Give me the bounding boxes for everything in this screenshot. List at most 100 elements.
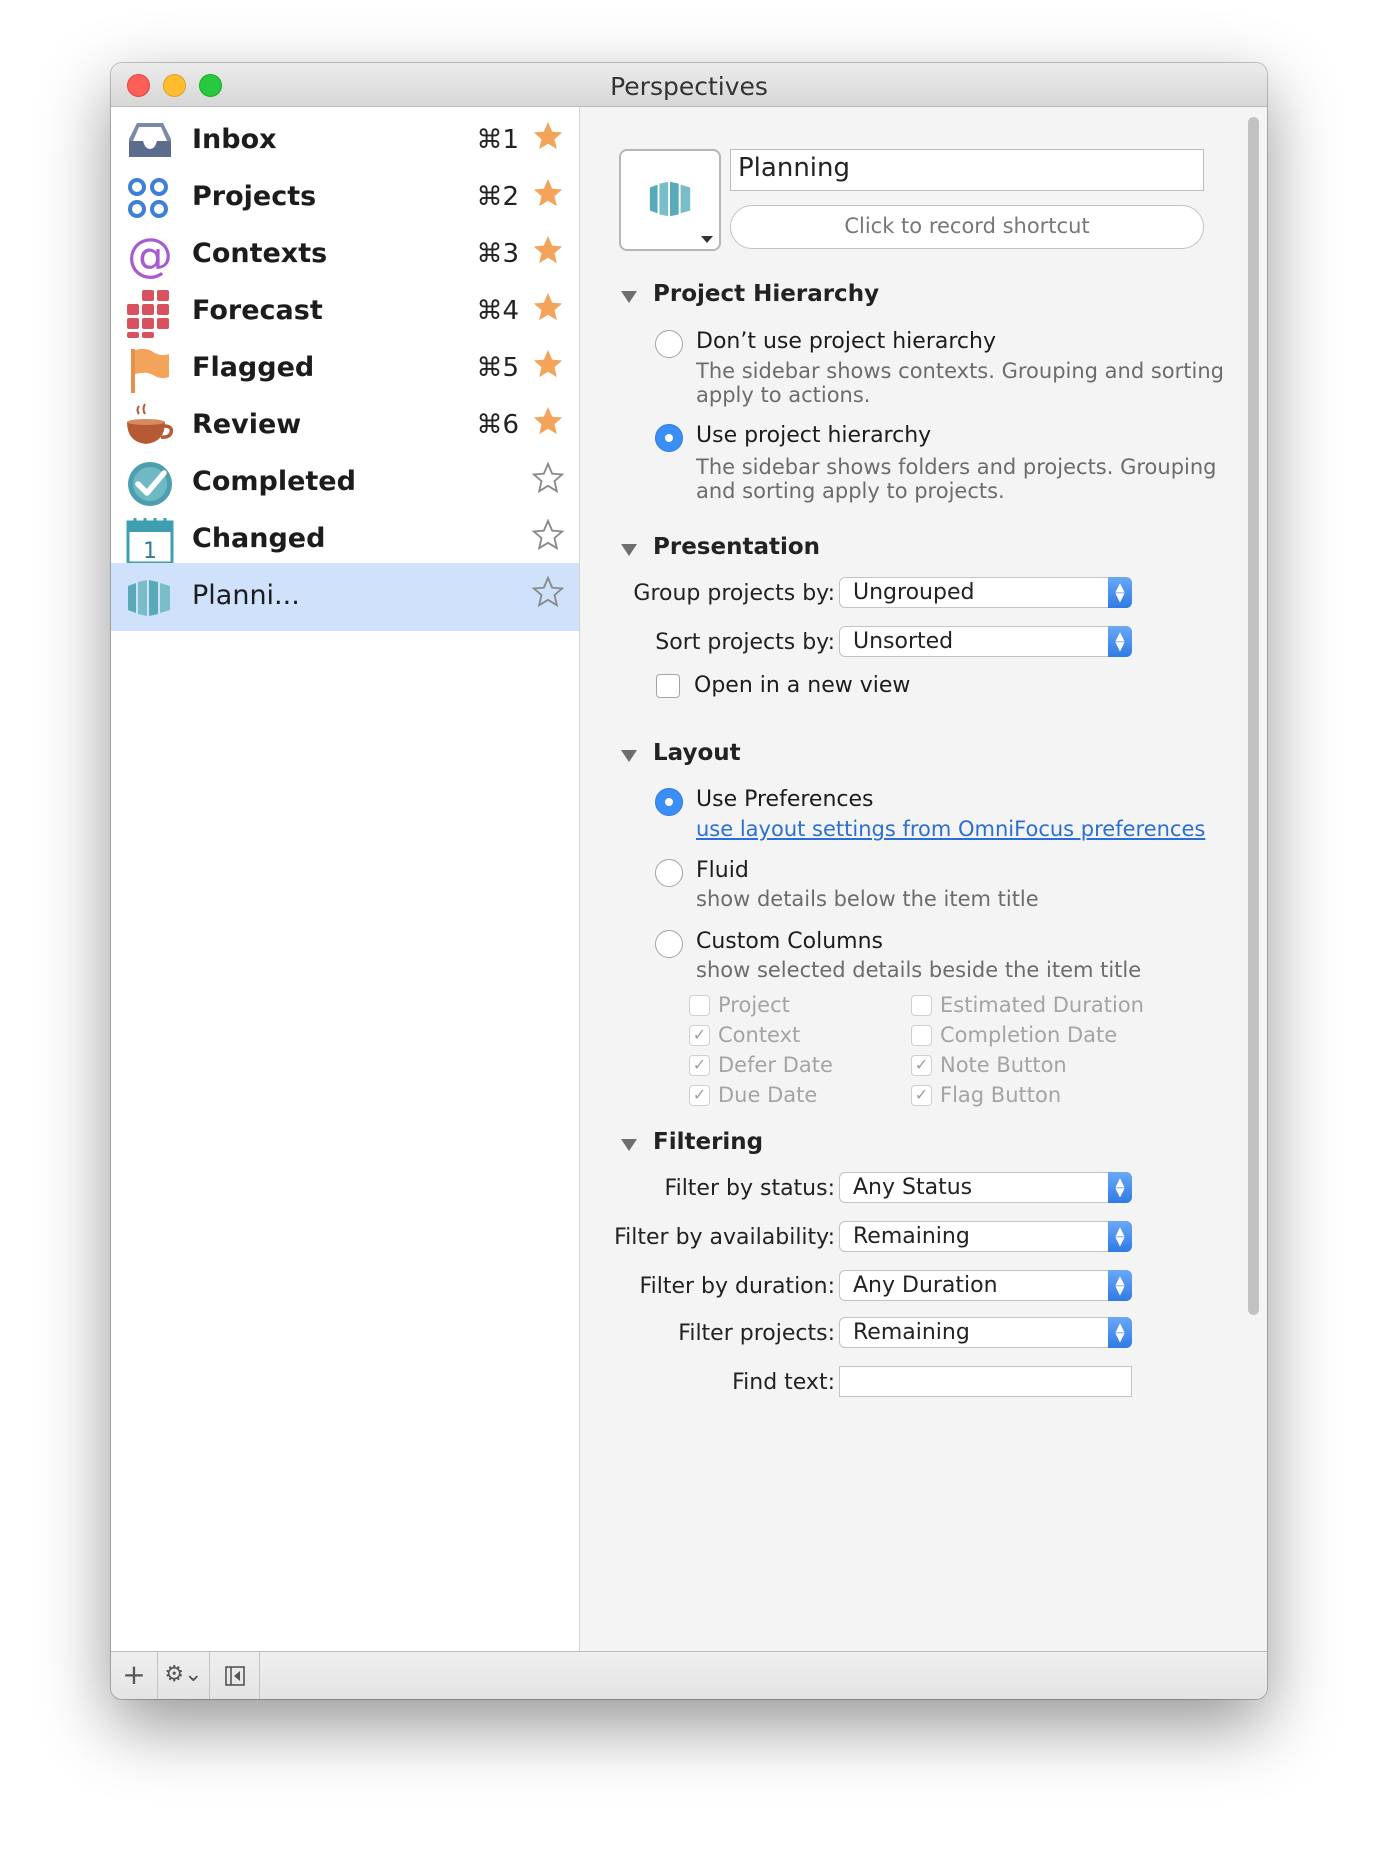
filter-availability-label: Filter by availability: [614, 1225, 835, 1250]
section-title-layout: Layout [653, 740, 741, 766]
window-title: Perspectives [610, 72, 768, 101]
filter-status-label: Filter by status: [664, 1176, 835, 1201]
column-checkbox-completion-date[interactable] [911, 1025, 932, 1046]
perspectives-window: Perspectives Inbox ⌘1 Projects ⌘2 @ Cont… [111, 63, 1267, 1699]
gear-menu-button[interactable]: ⚙⌄ [158, 1652, 210, 1699]
sidebar-item-label: Completed [192, 466, 356, 497]
shortcut-label: ⌘3 [476, 239, 519, 269]
shortcut-label: ⌘2 [476, 182, 519, 212]
radio-custom-columns[interactable] [655, 930, 683, 958]
popup-value: Any Status [853, 1175, 973, 1200]
planning-columns-icon [128, 580, 170, 616]
option-label: Don’t use project hierarchy [696, 329, 996, 354]
perspective-detail-pane: Planning Click to record shortcut Projec… [581, 107, 1267, 1651]
sidebar-item-planning[interactable]: Planni... [111, 563, 579, 631]
sidebar-item-label: Review [192, 409, 302, 440]
find-text-label: Find text: [732, 1370, 835, 1395]
column-checkbox-flag-button[interactable]: ✓ [911, 1085, 932, 1106]
star-filled-icon[interactable] [531, 119, 565, 153]
column-checkbox-context[interactable]: ✓ [689, 1025, 710, 1046]
section-title-filtering: Filtering [653, 1129, 764, 1155]
sidebar-item-label: Contexts [192, 238, 328, 269]
vertical-scrollbar[interactable] [1248, 117, 1259, 1315]
sidebar-item-label: Forecast [192, 295, 323, 326]
section-title-project-hierarchy: Project Hierarchy [653, 281, 880, 307]
title-bar: Perspectives [111, 63, 1267, 107]
updown-arrows-icon: ▲ ▼ [1108, 577, 1132, 608]
filter-status-popup[interactable]: Any Status ▲ ▼ [839, 1172, 1132, 1203]
star-filled-icon[interactable] [531, 404, 565, 438]
column-label: Due Date [718, 1083, 818, 1107]
star-outline-icon[interactable] [531, 518, 565, 552]
record-shortcut-button[interactable]: Click to record shortcut [730, 205, 1204, 249]
sort-projects-label: Sort projects by: [655, 630, 835, 655]
radio-use-preferences[interactable] [655, 788, 683, 816]
column-label: Context [718, 1023, 801, 1047]
disclosure-triangle-icon[interactable] [621, 750, 637, 762]
option-description: show selected details beside the item ti… [696, 958, 1142, 982]
bottom-toolbar: + ⚙⌄ [111, 1651, 1267, 1699]
star-outline-icon[interactable] [531, 461, 565, 495]
layout-preferences-link[interactable]: use layout settings from OmniFocus prefe… [696, 817, 1205, 841]
column-checkbox-note-button[interactable]: ✓ [911, 1055, 932, 1076]
group-projects-popup[interactable]: Ungrouped ▲ ▼ [839, 577, 1132, 608]
forecast-grid-icon [127, 290, 169, 338]
star-filled-icon[interactable] [531, 347, 565, 381]
option-description: apply to actions. [696, 383, 871, 407]
collapse-sidebar-button[interactable] [210, 1652, 260, 1699]
sidebar-item-label: Flagged [192, 352, 315, 383]
coffee-cup-icon [127, 403, 174, 444]
star-filled-icon[interactable] [531, 290, 565, 324]
filter-projects-popup[interactable]: Remaining ▲ ▼ [839, 1317, 1132, 1348]
svg-text:1: 1 [143, 539, 157, 564]
filter-duration-popup[interactable]: Any Duration ▲ ▼ [839, 1270, 1132, 1301]
group-projects-label: Group projects by: [633, 581, 835, 606]
star-filled-icon[interactable] [531, 233, 565, 267]
svg-text:@: @ [127, 231, 173, 281]
perspective-name-field[interactable]: Planning [730, 149, 1204, 191]
column-checkbox-defer-date[interactable]: ✓ [689, 1055, 710, 1076]
perspective-icon-well[interactable] [619, 149, 721, 251]
radio-fluid[interactable] [655, 859, 683, 887]
radio-use-hierarchy[interactable] [655, 424, 683, 452]
popup-value: Any Duration [853, 1273, 998, 1298]
column-label: Flag Button [940, 1083, 1062, 1107]
updown-arrows-icon: ▲ ▼ [1108, 1221, 1132, 1252]
disclosure-triangle-icon[interactable] [621, 291, 637, 303]
disclosure-triangle-icon[interactable] [621, 544, 637, 556]
shortcut-label: ⌘5 [476, 353, 519, 383]
popup-value: Ungrouped [853, 580, 975, 605]
star-filled-icon[interactable] [531, 176, 565, 210]
column-label: Note Button [940, 1053, 1067, 1077]
column-checkbox-due-date[interactable]: ✓ [689, 1085, 710, 1106]
checkmark-circle-icon [128, 462, 172, 506]
column-checkbox-project[interactable] [689, 995, 710, 1016]
sort-projects-popup[interactable]: Unsorted ▲ ▼ [839, 626, 1132, 657]
column-label: Completion Date [940, 1023, 1118, 1047]
shortcut-label: ⌘6 [476, 410, 519, 440]
shortcut-label: ⌘4 [476, 296, 519, 326]
disclosure-triangle-icon[interactable] [621, 1139, 637, 1151]
chevron-down-icon [701, 236, 713, 243]
updown-arrows-icon: ▲ ▼ [1108, 626, 1132, 657]
flag-icon [131, 348, 169, 393]
option-description: The sidebar shows folders and projects. … [696, 455, 1217, 479]
checkbox-label: Open in a new view [694, 673, 911, 698]
sidebar-item-label: Changed [192, 523, 326, 554]
popup-value: Unsorted [853, 629, 954, 654]
find-text-field[interactable] [839, 1366, 1132, 1397]
column-checkbox-estimated-duration[interactable] [911, 995, 932, 1016]
sidebar-item-label: Inbox [192, 124, 277, 155]
updown-arrows-icon: ▲ ▼ [1108, 1317, 1132, 1348]
filter-projects-label: Filter projects: [678, 1321, 835, 1346]
star-outline-icon[interactable] [531, 575, 565, 609]
option-label: Use project hierarchy [696, 423, 932, 448]
add-perspective-button[interactable]: + [111, 1652, 158, 1699]
open-new-view-checkbox[interactable] [656, 674, 680, 698]
popup-value: Remaining [853, 1320, 970, 1345]
sidebar-collapse-icon [225, 1666, 245, 1686]
filter-availability-popup[interactable]: Remaining ▲ ▼ [839, 1221, 1132, 1252]
radio-dont-use-hierarchy[interactable] [655, 330, 683, 358]
projects-circles-icon [128, 178, 168, 218]
updown-arrows-icon: ▲ ▼ [1108, 1172, 1132, 1203]
